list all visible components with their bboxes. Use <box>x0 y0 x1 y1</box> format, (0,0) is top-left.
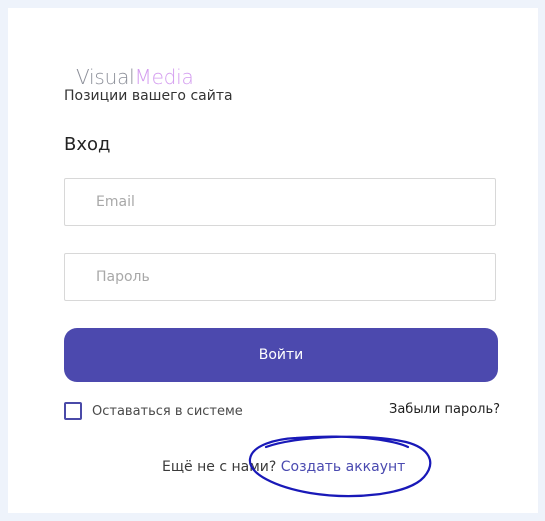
email-input[interactable] <box>64 178 496 226</box>
password-input[interactable] <box>64 253 496 301</box>
forgot-password-link[interactable]: Забыли пароль? <box>389 402 500 417</box>
signup-prompt: Ещё не с нами? Создать аккаунт <box>162 458 405 476</box>
login-card: VisualMedia Позиции вашего сайта Вход Во… <box>8 8 539 513</box>
remember-label: Оставаться в системе <box>92 403 243 419</box>
login-title: Вход <box>64 134 111 155</box>
login-page: VisualMedia Позиции вашего сайта Вход Во… <box>0 0 545 521</box>
create-account-link[interactable]: Создать аккаунт <box>281 459 406 475</box>
brand-visual: Visual <box>76 65 135 89</box>
brand-logo: VisualMedia <box>76 66 194 88</box>
login-button[interactable]: Войти <box>64 328 498 382</box>
signup-prompt-text: Ещё не с нами? <box>162 459 281 475</box>
brand-tagline: Позиции вашего сайта <box>64 88 233 104</box>
brand-media: Media <box>134 65 194 89</box>
remember-me[interactable]: Оставаться в системе <box>64 402 243 420</box>
remember-checkbox[interactable] <box>64 402 82 420</box>
